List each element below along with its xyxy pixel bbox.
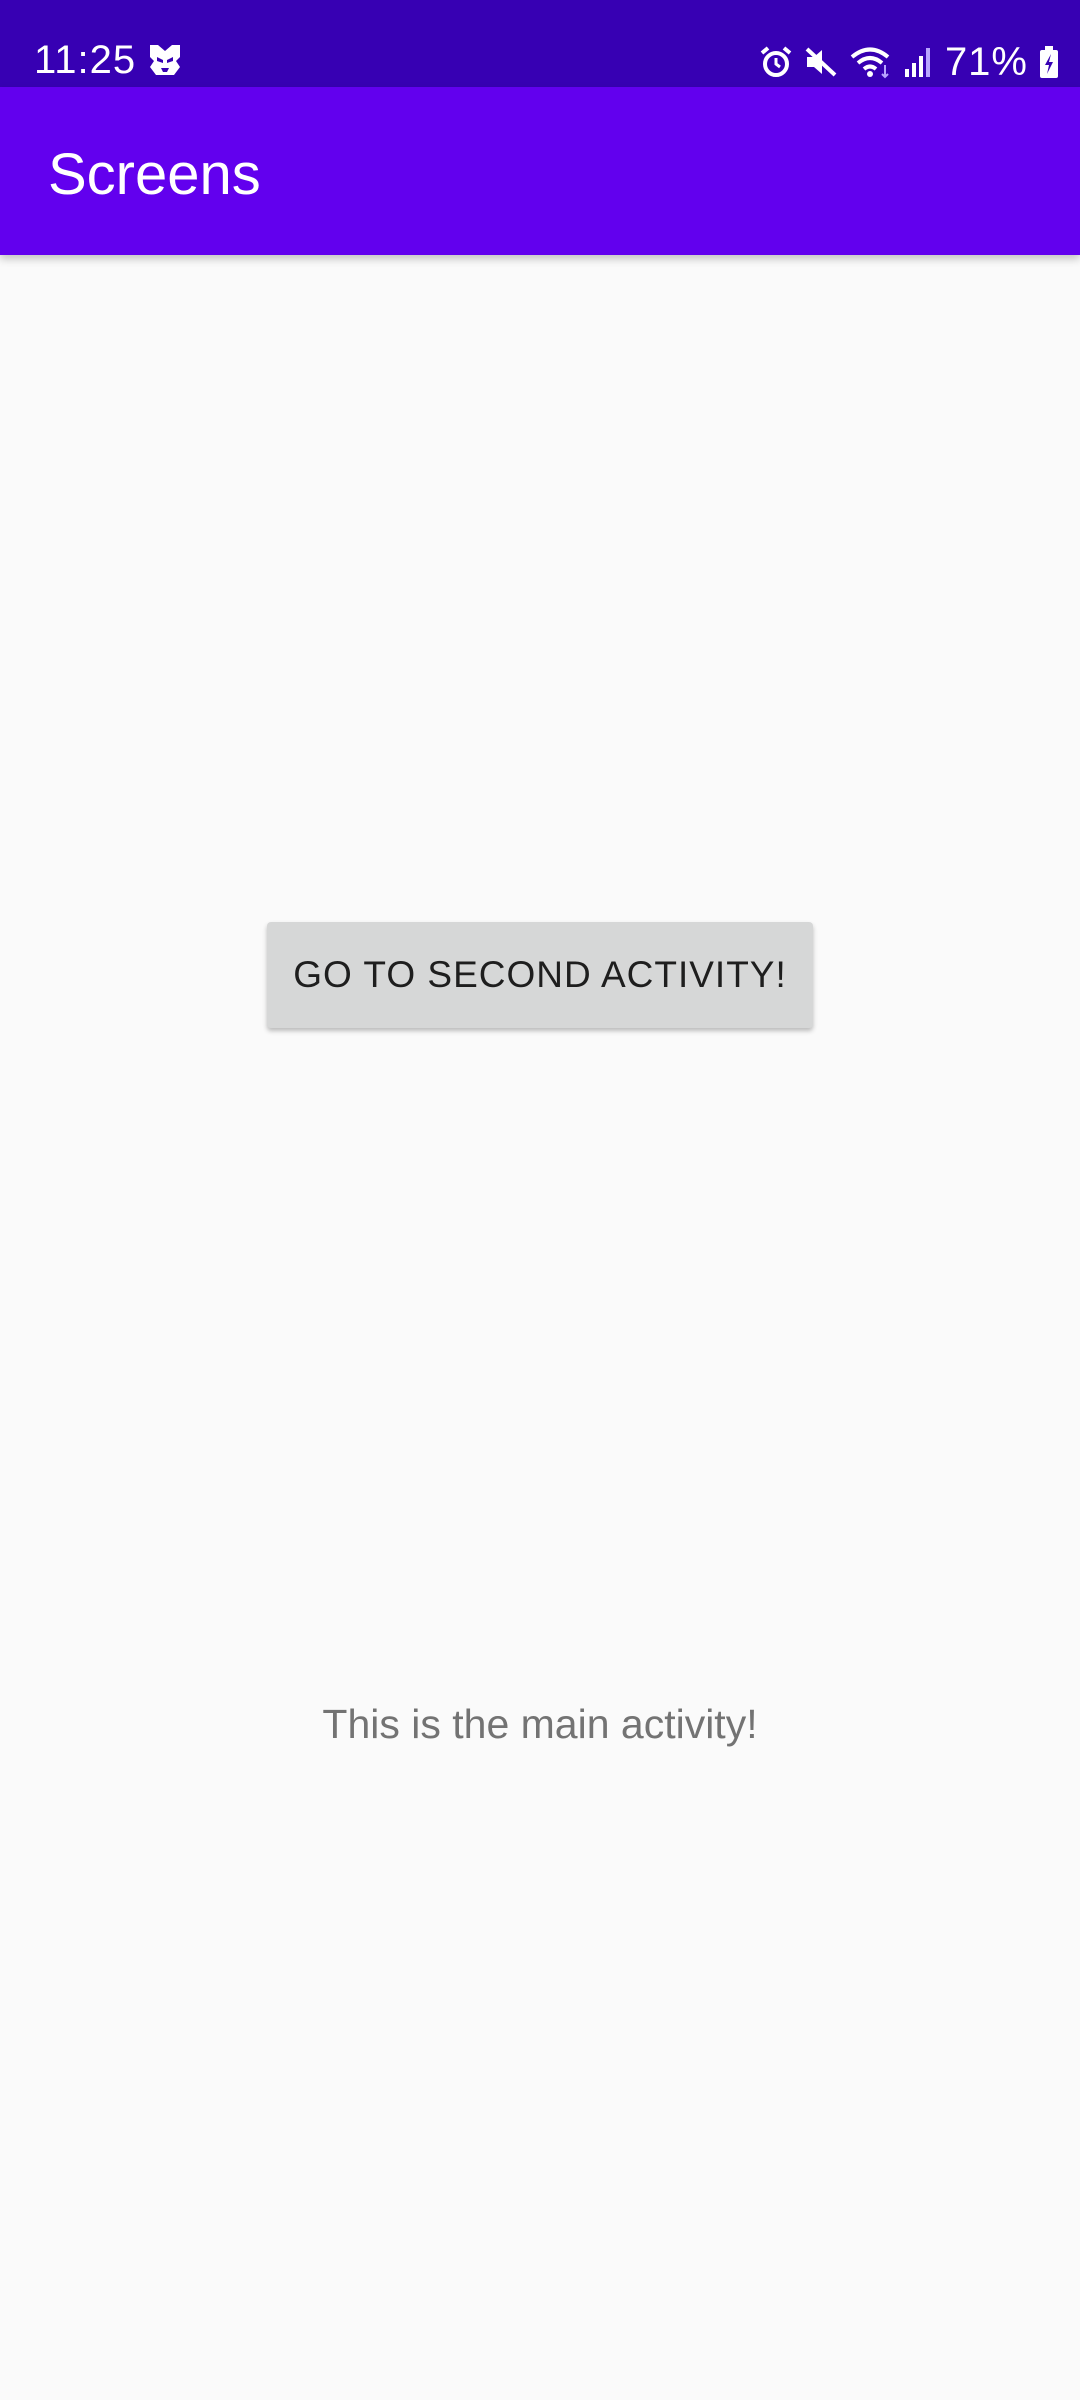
app-title: Screens bbox=[48, 142, 261, 207]
status-time: 11:25 bbox=[34, 38, 137, 82]
battery-charging-icon bbox=[1038, 45, 1060, 79]
status-bar: 11:25 71% bbox=[0, 0, 1080, 87]
main-activity-text: This is the main activity! bbox=[322, 1701, 758, 1747]
wifi-icon bbox=[849, 45, 893, 79]
app-bar: Screens bbox=[0, 87, 1080, 255]
alarm-icon bbox=[759, 45, 793, 79]
mute-icon bbox=[803, 45, 839, 79]
status-icons: 71% bbox=[759, 38, 1060, 86]
battery-percent: 71% bbox=[944, 40, 1028, 84]
signal-icon bbox=[903, 45, 933, 79]
go-to-second-activity-button[interactable]: GO TO SECOND ACTIVITY! bbox=[267, 922, 813, 1028]
transformers-logo-icon bbox=[146, 41, 184, 79]
